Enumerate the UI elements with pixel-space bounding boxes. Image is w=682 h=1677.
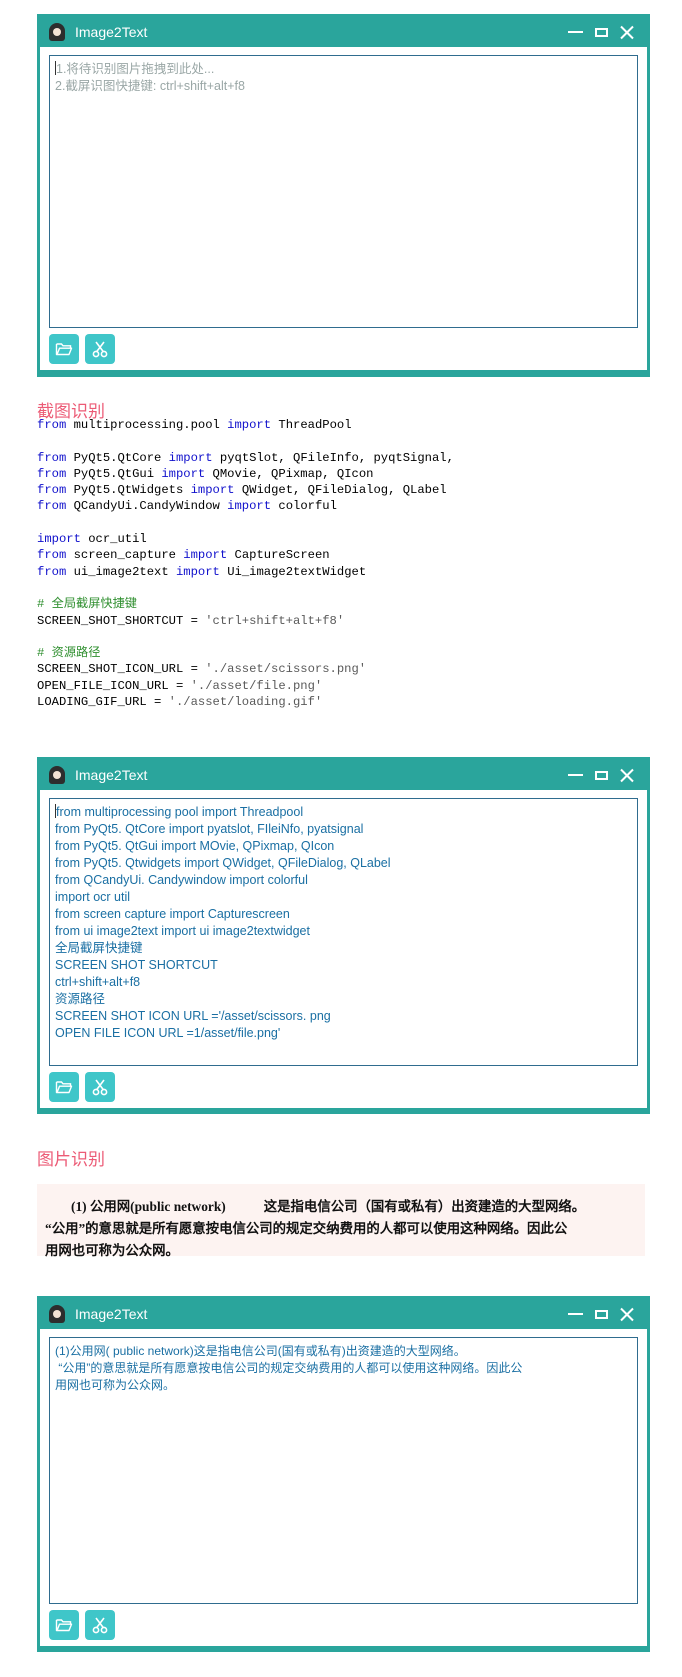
- placeholder-line: 2.截屏识图快捷键: ctrl+shift+alt+f8: [55, 79, 245, 93]
- minimize-icon[interactable]: [568, 31, 583, 33]
- app-logo-icon: [48, 1305, 66, 1323]
- code-line: OPEN_FILE_ICON_URL = './asset/file.png': [37, 678, 323, 693]
- code-line: from PyQt5.QtGui import QMovie, QPixmap,…: [37, 466, 374, 481]
- sample-line: (1) 公用网(public network) 这是指电信公司（国有或私有）出资建…: [71, 1199, 586, 1214]
- result-line: from multiprocessing pool import Threadp…: [55, 804, 304, 819]
- sample-line: “公用”的意思就是所有愿意按电信公司的规定交纳费用的人都可以使用这种网络。因此公: [45, 1221, 568, 1236]
- result-text-area[interactable]: from multiprocessing pool import Threadp…: [49, 798, 638, 1066]
- result-text-area[interactable]: (1)公用网( public network)这是指电信公司(国有或私有)出资建…: [49, 1337, 638, 1604]
- result-line: 用网也可称为公众网。: [55, 1378, 176, 1392]
- result-line: 资源路径: [55, 992, 106, 1006]
- sample-line: 用网也可称为公众网。: [45, 1243, 179, 1258]
- section-title-image: 图片识别: [37, 1150, 105, 1170]
- app-window-3: Image2Text (1)公用网( public network)这是指电信公…: [37, 1296, 650, 1652]
- code-line: LOADING_GIF_URL = './asset/loading.gif': [37, 695, 323, 710]
- app-window-2: Image2Text from multiprocessing pool imp…: [37, 757, 650, 1114]
- result-line: SCREEN SHOT ICON URL ='/asset/scissors. …: [55, 1009, 331, 1023]
- close-icon[interactable]: [620, 25, 635, 40]
- code-comment: # 资源路径: [37, 646, 101, 661]
- title-bar[interactable]: Image2Text: [40, 760, 647, 790]
- folder-open-icon: [55, 343, 73, 356]
- window-body: from multiprocessing pool import Threadp…: [40, 790, 647, 1108]
- code-line: import ocr_util: [37, 532, 147, 547]
- code-comment: # 全局截屏快捷键: [37, 597, 137, 612]
- close-icon[interactable]: [620, 768, 635, 783]
- open-file-button[interactable]: [49, 1610, 79, 1640]
- app-logo-icon: [48, 23, 66, 41]
- result-line: SCREEN SHOT SHORTCUT: [55, 958, 218, 972]
- open-file-button[interactable]: [49, 334, 79, 364]
- window-title: Image2Text: [75, 24, 148, 40]
- code-line: from ui_image2text import Ui_image2textW…: [37, 564, 367, 579]
- result-line: from PyQt5. QtCore import pyatslot, FIle…: [55, 822, 364, 836]
- folder-open-icon: [55, 1619, 73, 1632]
- window-title: Image2Text: [75, 1306, 148, 1322]
- code-block: from multiprocessing.pool import ThreadP…: [37, 417, 637, 710]
- window-body: (1)公用网( public network)这是指电信公司(国有或私有)出资建…: [40, 1329, 647, 1646]
- result-line: from screen capture import Capturescreen: [55, 907, 290, 921]
- window-body: 1.将待识别图片拖拽到此处... 2.截屏识图快捷键: ctrl+shift+a…: [40, 47, 647, 370]
- app-window-1: Image2Text 1.将待识别图片拖拽到此处... 2.截屏识图快捷键: c…: [37, 14, 650, 377]
- close-icon[interactable]: [620, 1307, 635, 1322]
- sample-source-text: (1) 公用网(public network) 这是指电信公司（国有或私有）出资建…: [37, 1184, 645, 1258]
- result-line: from ui image2text import ui image2textw…: [55, 924, 310, 938]
- result-line: (1)公用网( public network)这是指电信公司(国有或私有)出资建…: [55, 1344, 466, 1358]
- app-logo-icon: [48, 766, 66, 784]
- maximize-icon[interactable]: [595, 770, 608, 780]
- maximize-icon[interactable]: [595, 1309, 608, 1319]
- minimize-icon[interactable]: [568, 774, 583, 776]
- scissors-icon: [92, 1617, 108, 1634]
- code-line: SCREEN_SHOT_SHORTCUT = 'ctrl+shift+alt+f…: [37, 613, 345, 628]
- screenshot-button[interactable]: [85, 334, 115, 364]
- screenshot-button[interactable]: [85, 1072, 115, 1102]
- scissors-icon: [92, 1079, 108, 1096]
- code-line: from QCandyUi.CandyWindow import colorfu…: [37, 499, 337, 514]
- result-line: from QCandyUi. Candywindow import colorf…: [55, 873, 308, 887]
- code-line: from screen_capture import CaptureScreen: [37, 548, 330, 563]
- minimize-icon[interactable]: [568, 1313, 583, 1315]
- code-line: SCREEN_SHOT_ICON_URL = './asset/scissors…: [37, 662, 367, 677]
- folder-open-icon: [55, 1081, 73, 1094]
- maximize-icon[interactable]: [595, 27, 608, 37]
- result-line: OPEN FILE ICON URL =1/asset/file.png': [55, 1026, 281, 1040]
- title-bar[interactable]: Image2Text: [40, 1299, 647, 1329]
- result-line: import ocr util: [55, 890, 131, 904]
- open-file-button[interactable]: [49, 1072, 79, 1102]
- code-line: from PyQt5.QtWidgets import QWidget, QFi…: [37, 483, 447, 498]
- result-line: 全局截屏快捷键: [55, 941, 143, 955]
- result-line: from PyQt5. QtGui import MOvie, QPixmap,…: [55, 839, 335, 853]
- code-line: from multiprocessing.pool import ThreadP…: [37, 418, 352, 432]
- drop-text-area[interactable]: 1.将待识别图片拖拽到此处... 2.截屏识图快捷键: ctrl+shift+a…: [49, 55, 638, 328]
- scissors-icon: [92, 341, 108, 358]
- title-bar[interactable]: Image2Text: [40, 17, 647, 47]
- placeholder-line: 1.将待识别图片拖拽到此处...: [55, 61, 215, 76]
- result-line: ctrl+shift+alt+f8: [55, 975, 141, 989]
- window-title: Image2Text: [75, 767, 148, 783]
- result-line: from PyQt5. Qtwidgets import QWidget, QF…: [55, 856, 391, 870]
- result-line: “公用”的意思就是所有愿意按电信公司的规定交纳费用的人都可以使用这种网络。因此公: [55, 1361, 523, 1375]
- screenshot-button[interactable]: [85, 1610, 115, 1640]
- code-line: from PyQt5.QtCore import pyqtSlot, QFile…: [37, 450, 454, 465]
